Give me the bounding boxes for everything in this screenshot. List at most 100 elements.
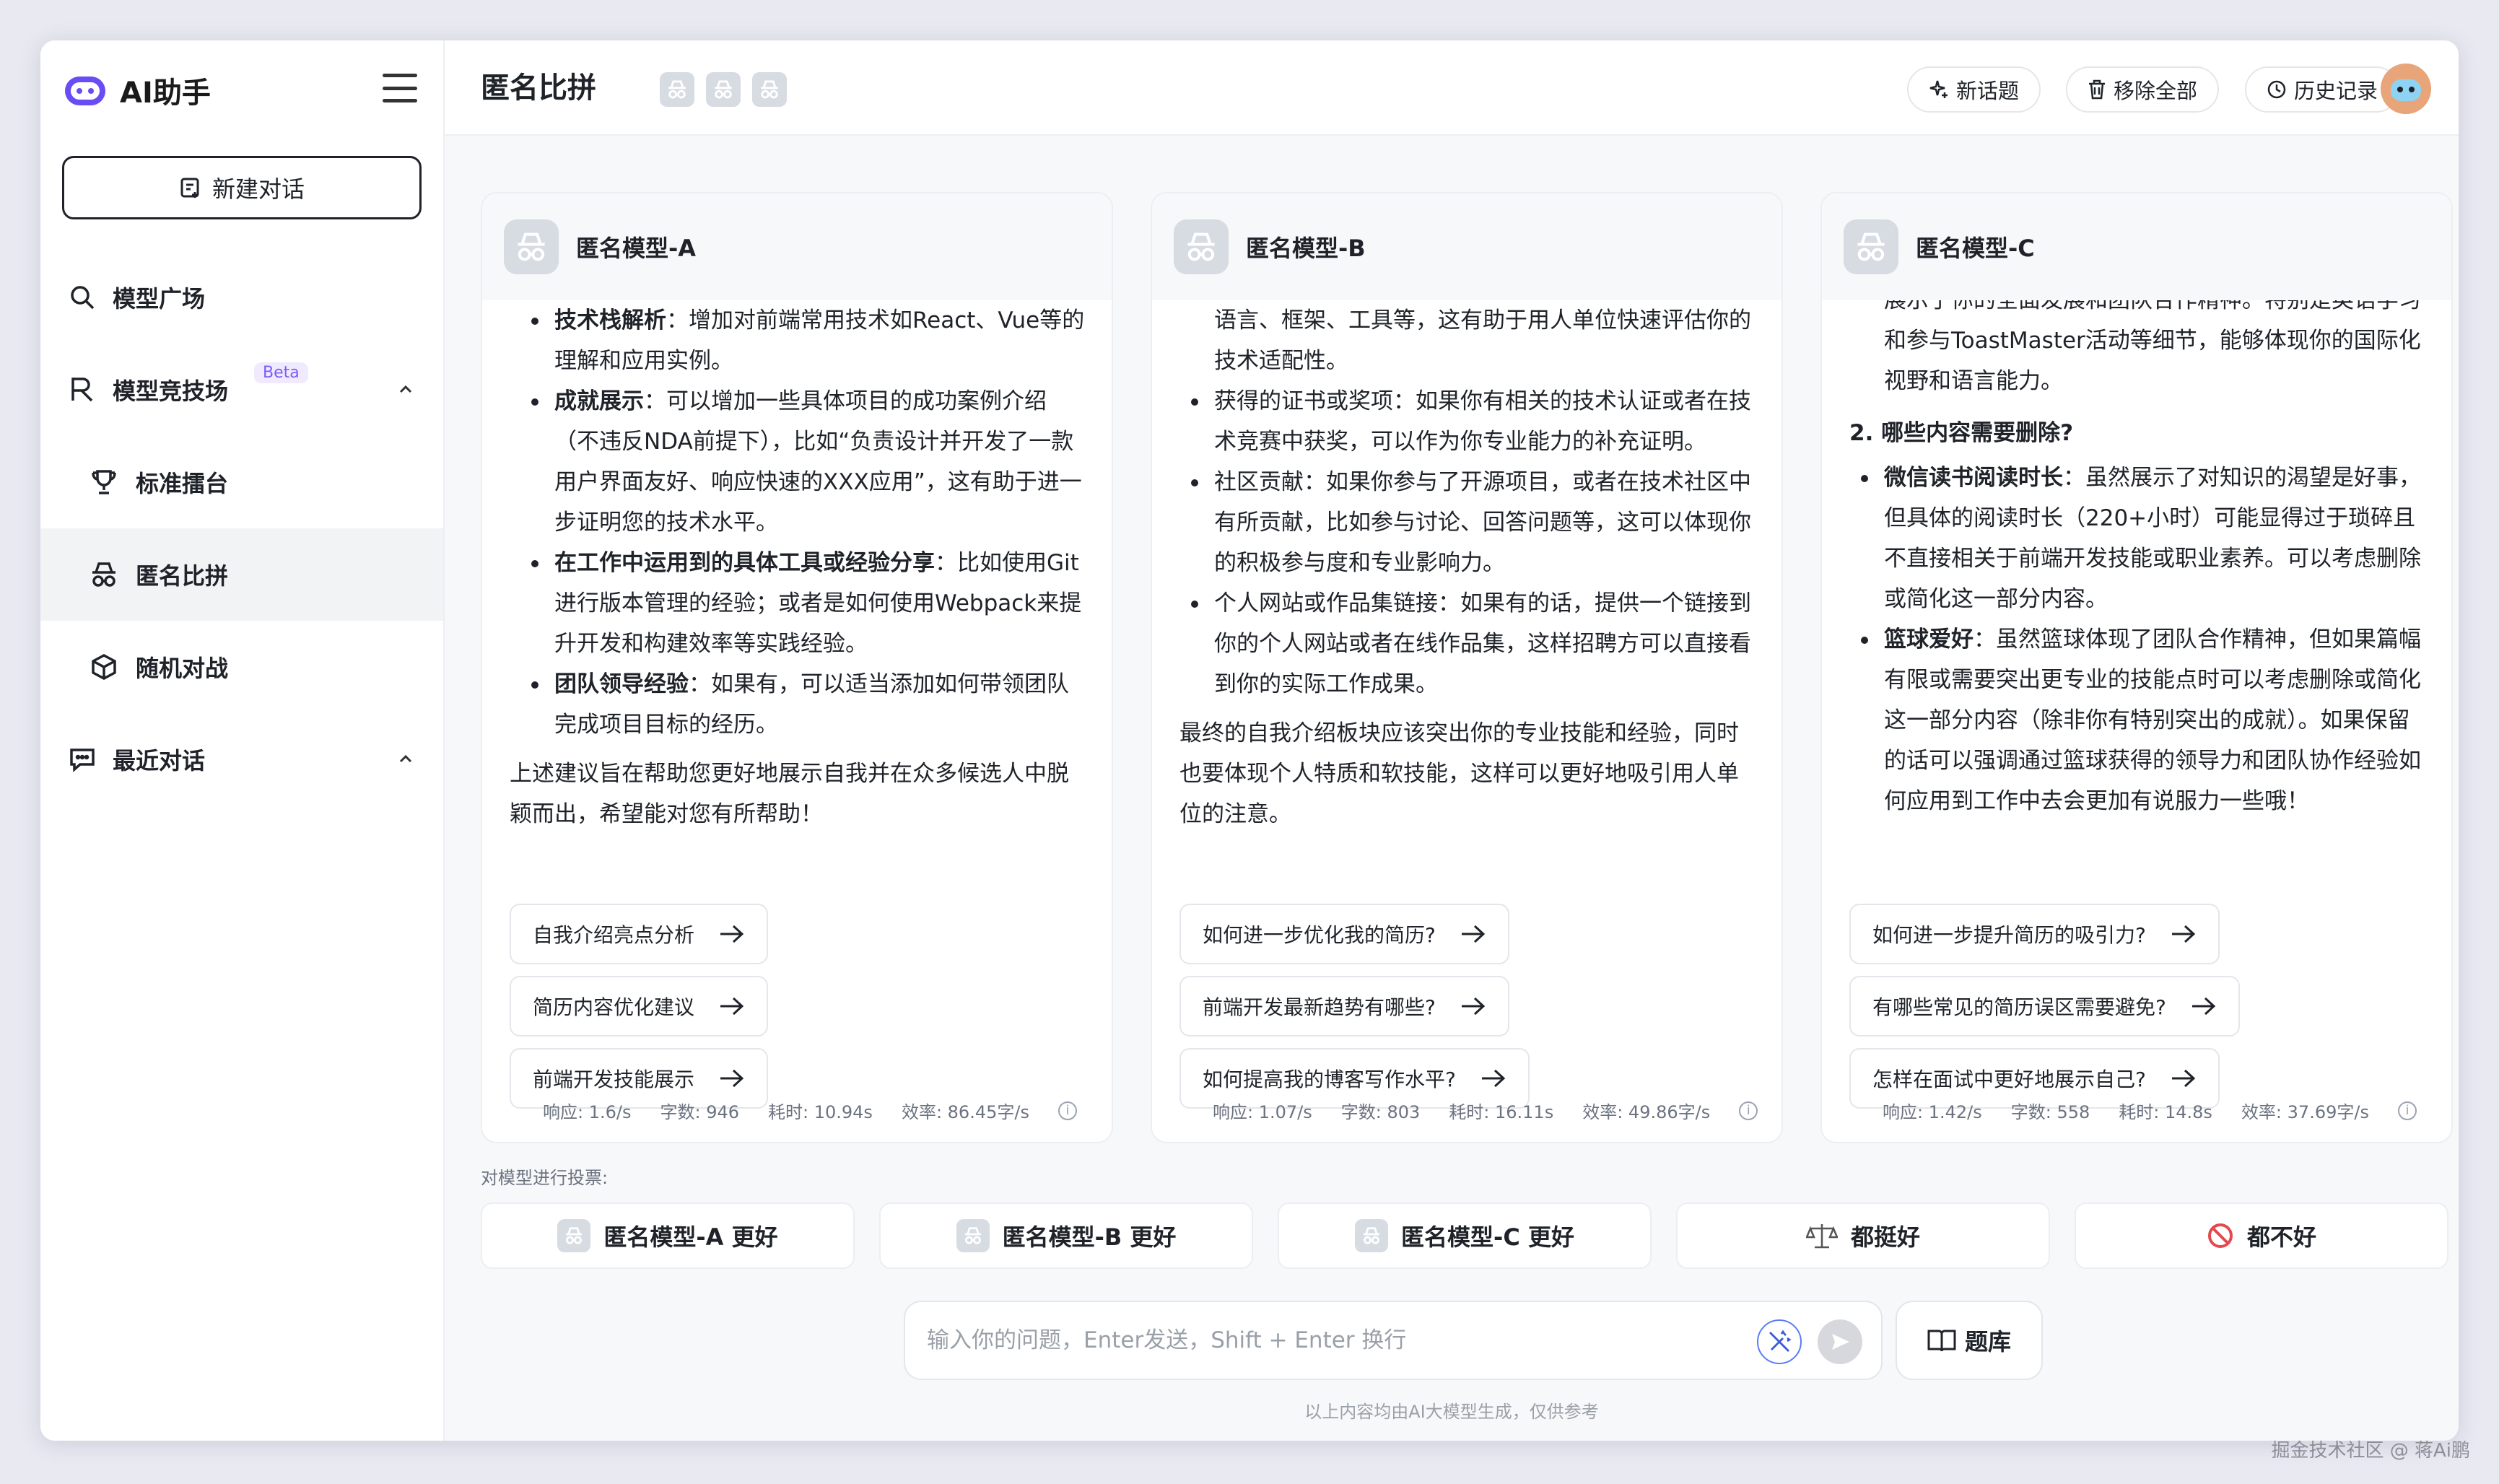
suggestion-label: 如何进一步优化我的简历? — [1203, 923, 1436, 947]
vote-label-text: 都不好 — [2246, 1223, 2316, 1251]
sidebar-item-label: 随机对战 — [136, 655, 229, 682]
stat-chars: 字数: 803 — [1340, 1102, 1421, 1122]
vote-label: 对模型进行投票: — [481, 1168, 609, 1188]
history-button[interactable]: 历史记录 — [2245, 66, 2400, 113]
sidebar-item-model-arena[interactable]: 模型竞技场 Beta — [40, 344, 443, 436]
app-window: AI助手 新建对话 模型广场 模型竞技场 Beta 标准擂台 匿名比拼 随机对战… — [40, 40, 2459, 1441]
sidebar-item-label: 模型竞技场 — [113, 377, 229, 405]
model-column-b: 匿名模型-B 语言、框架、工具等，这有助于用人单位快速评估你的技术适配性。 获得… — [1151, 192, 1783, 1143]
vote-label-text: 都挺好 — [1850, 1223, 1920, 1251]
response-stats: 响应: 1.6/s 字数: 946 耗时: 10.94s 效率: 86.45字/… — [543, 1098, 1077, 1123]
model-column-a: 匿名模型-A 技术栈解析：增加对前端常用技术如React、Vue等的理解和应用实… — [481, 192, 1113, 1143]
info-icon[interactable]: i — [2397, 1101, 2417, 1120]
watermark: 掘金技术社区 @ 蒋Ai鹏 — [2271, 1436, 2470, 1462]
sidebar-item-label: 最近对话 — [113, 747, 206, 774]
incognito-icon — [956, 1219, 990, 1252]
suggestion-button[interactable]: 如何进一步提升简历的吸引力? — [1849, 904, 2220, 964]
list-item: 团队领导经验：如果有，可以适当添加如何带领团队完成项目目标的经历。 — [531, 664, 1087, 745]
stat-time: 耗时: 16.11s — [1449, 1102, 1554, 1122]
model-response: 展示了你的全面发展和团队合作精神。特别是英语学习和参与ToastMaster活动… — [1849, 280, 2427, 829]
remove-all-button[interactable]: 移除全部 — [2066, 66, 2220, 113]
page-title: 匿名比拼 — [481, 71, 596, 105]
info-icon[interactable]: i — [1739, 1101, 1758, 1120]
list-item: 成就展示：可以增加一些具体项目的成功案例介绍（不违反NDA前提下），比如“负责设… — [531, 381, 1087, 543]
cube-icon — [88, 651, 120, 683]
list-item: 社区贡献：如果你参与了开源项目，或者在技术社区中有所贡献，比如参与讨论、回答问题… — [1191, 462, 1757, 583]
new-topic-button[interactable]: 新话题 — [1907, 66, 2041, 113]
chevron-up-icon[interactable] — [397, 381, 414, 398]
sidebar-item-label: 标准擂台 — [136, 470, 229, 497]
bullet-title: 微信读书阅读时长 — [1884, 465, 2063, 491]
suggestion-label: 前端开发最新趋势有哪些? — [1203, 995, 1436, 1019]
stat-chars: 字数: 558 — [2010, 1102, 2090, 1122]
arrow-right-icon — [720, 925, 744, 943]
model-response: 语言、框架、工具等，这有助于用人单位快速评估你的技术适配性。 获得的证书或奖项：… — [1179, 300, 1757, 849]
menu-toggle-icon[interactable] — [383, 74, 417, 102]
model-response: 技术栈解析：增加对前端常用技术如React、Vue等的理解和应用实例。 成就展示… — [510, 300, 1087, 849]
model-name: 匿名模型-A — [576, 235, 697, 262]
vote-label-text: 匿名模型-C 更好 — [1401, 1223, 1574, 1251]
chat-input[interactable] — [927, 1302, 1721, 1379]
incognito-icon — [1174, 219, 1229, 274]
suggestion-label: 如何进一步提升简历的吸引力? — [1872, 923, 2146, 947]
arrow-right-icon — [720, 997, 744, 1016]
arena-icon — [66, 374, 98, 406]
info-icon[interactable]: i — [1057, 1101, 1077, 1120]
response-stats: 响应: 1.07/s 字数: 803 耗时: 16.11s 效率: 49.86字… — [1213, 1098, 1758, 1123]
model-name: 匿名模型-C — [1916, 235, 2035, 262]
trophy-icon — [88, 466, 120, 498]
vote-model-a-button[interactable]: 匿名模型-A 更好 — [481, 1203, 855, 1269]
incognito-icon — [504, 219, 559, 274]
arrow-right-icon — [1461, 997, 1486, 1016]
suggestion-button[interactable]: 简历内容优化建议 — [510, 976, 769, 1036]
arrow-right-icon — [2171, 925, 2196, 943]
stat-efficiency: 效率: 86.45字/s — [901, 1102, 1029, 1122]
stat-speed: 响应: 1.6/s — [543, 1102, 632, 1122]
bullet-title: 篮球爱好 — [1884, 627, 1974, 652]
chat-input-container — [904, 1301, 1883, 1380]
sidebar-item-model-plaza[interactable]: 模型广场 — [40, 251, 443, 344]
question-bank-button[interactable]: 题库 — [1896, 1301, 2043, 1380]
paragraph: 最终的自我介绍板块应该突出你的专业技能和经验，同时也要体现个人特质和软技能，这样… — [1179, 720, 1739, 827]
arrow-right-icon — [2171, 1069, 2196, 1088]
vote-label-text: 匿名模型-A 更好 — [603, 1223, 778, 1251]
beta-badge: Beta — [254, 362, 308, 383]
suggestion-button[interactable]: 自我介绍亮点分析 — [510, 904, 769, 964]
model-header: 匿名模型-B — [1152, 193, 1781, 300]
list-item: 微信读书阅读时长：虽然展示了对知识的渴望是好事，但具体的阅读时长（220+小时）… — [1861, 458, 2427, 619]
suggestion-button[interactable]: 如何进一步优化我的简历? — [1179, 904, 1509, 964]
topbar: 匿名比拼 新话题 移除全部 历史记录 — [445, 40, 2459, 136]
vote-model-b-button[interactable]: 匿名模型-B 更好 — [879, 1203, 1253, 1269]
vote-both-bad-button[interactable]: 都不好 — [2075, 1203, 2448, 1269]
sidebar-item-recent-chats[interactable]: 最近对话 — [40, 713, 443, 806]
vote-tie-good-button[interactable]: 都挺好 — [1676, 1203, 2050, 1269]
vote-label-text: 匿名模型-B 更好 — [1002, 1223, 1177, 1251]
new-chat-button[interactable]: 新建对话 — [62, 156, 422, 219]
user-avatar[interactable] — [2381, 64, 2431, 114]
ai-disclaimer: 以上内容均由AI大模型生成，仅供参考 — [1304, 1402, 1599, 1422]
suggestion-button[interactable]: 有哪些常见的简历误区需要避免? — [1849, 976, 2240, 1036]
sidebar-item-standard-ring[interactable]: 标准擂台 — [40, 436, 443, 528]
incognito-icon — [752, 72, 787, 107]
watermark-text: 掘金技术社区 @ 蒋Ai鹏 — [2271, 1440, 2470, 1462]
vote-model-c-button[interactable]: 匿名模型-C 更好 — [1278, 1203, 1652, 1269]
magic-wand-icon[interactable] — [1757, 1319, 1802, 1364]
main-area: 匿名比拼 新话题 移除全部 历史记录 匿名模型-A 技术栈解析：增加对前端常用技… — [445, 40, 2459, 1441]
stat-time: 耗时: 14.8s — [2119, 1102, 2212, 1122]
question-bank-label: 题库 — [1964, 1328, 2011, 1356]
trash-icon — [2089, 79, 2105, 100]
new-topic-label: 新话题 — [1956, 79, 2020, 103]
sidebar-item-label: 模型广场 — [113, 285, 206, 313]
suggestion-button[interactable]: 前端开发最新趋势有哪些? — [1179, 976, 1509, 1036]
list-item: 在工作中运用到的具体工具或经验分享：比如使用Git进行版本管理的经验；或者是如何… — [531, 543, 1087, 664]
arrow-right-icon — [1461, 925, 1486, 943]
list-item: 获得的证书或奖项：如果你有相关的技术认证或者在技术竞赛中获奖，可以作为你专业能力… — [1191, 381, 1757, 462]
chevron-up-icon[interactable] — [397, 751, 414, 768]
clock-icon — [2267, 80, 2286, 99]
sidebar-item-anonymous-battle[interactable]: 匿名比拼 — [40, 528, 443, 621]
remove-all-label: 移除全部 — [2114, 79, 2198, 103]
send-button[interactable] — [1818, 1319, 1862, 1364]
model-column-c: 匿名模型-C 展示了你的全面发展和团队合作精神。特别是英语学习和参与ToastM… — [1820, 192, 2453, 1143]
new-chat-label: 新建对话 — [211, 175, 305, 203]
sidebar-item-random-battle[interactable]: 随机对战 — [40, 621, 443, 713]
